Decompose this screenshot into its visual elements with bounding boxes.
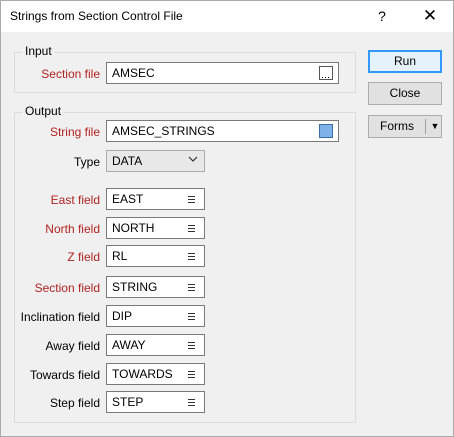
forms-separator [425,119,426,134]
dropdown-arrow-icon[interactable]: ▼ [427,116,443,137]
string-file-label: String file [49,125,100,139]
step-field-label: Step field [49,396,100,410]
section-field-label: Section field [34,281,100,295]
z-field-label: Z field [67,250,100,264]
string-file-input[interactable]: AMSEC_STRINGS [106,120,339,142]
east-field-input[interactable]: EAST [106,188,205,210]
output-group-legend: Output [22,104,65,118]
inclination-field-label: Inclination field [20,310,100,324]
type-select[interactable]: DATA [106,150,205,172]
window-title: Strings from Section Control File [10,9,183,23]
towards-field-value: TOWARDS [112,367,173,381]
step-field-input[interactable]: STEP [106,391,205,413]
away-field-label: Away field [45,339,100,353]
field-list-icon[interactable] [185,192,199,206]
input-group-legend: Input [22,44,55,58]
close-window-button[interactable]: ✕ [407,1,453,31]
inclination-field-input[interactable]: DIP [106,305,205,327]
north-field-input[interactable]: NORTH [106,217,205,239]
north-field-label: North field [45,222,100,236]
file-type-icon[interactable] [319,124,333,138]
forms-button-label: Forms [380,119,414,133]
field-list-icon[interactable] [185,221,199,235]
east-field-value: EAST [112,192,144,206]
east-field-label: East field [50,193,100,207]
section-field-value: STRING [112,280,158,294]
section-file-label: Section file [41,67,100,81]
type-select-value: DATA [112,154,143,168]
close-button[interactable]: Close [368,82,442,105]
run-button[interactable]: Run [368,50,442,73]
towards-field-input[interactable]: TOWARDS [106,363,205,385]
field-list-icon[interactable] [185,309,199,323]
north-field-value: NORTH [112,221,155,235]
step-field-value: STEP [112,395,144,409]
section-file-input[interactable]: AMSEC [106,62,339,84]
field-list-icon[interactable] [185,338,199,352]
type-label: Type [73,155,100,169]
section-file-value: AMSEC [112,66,155,80]
field-list-icon[interactable] [185,280,199,294]
help-button[interactable]: ? [359,1,405,31]
section-field-input[interactable]: STRING [106,276,205,298]
title-bar: Strings from Section Control File ? ✕ [1,1,453,32]
string-file-value: AMSEC_STRINGS [112,124,215,138]
field-list-icon[interactable] [185,367,199,381]
away-field-input[interactable]: AWAY [106,334,205,356]
browse-icon[interactable] [319,66,333,80]
dialog-window: Strings from Section Control File ? ✕ In… [0,0,454,437]
away-field-value: AWAY [112,338,146,352]
inclination-field-value: DIP [112,309,133,323]
chevron-down-icon [188,156,198,162]
towards-field-label: Towards field [29,368,100,382]
field-list-icon[interactable] [185,395,199,409]
z-field-input[interactable]: RL [106,245,205,267]
field-list-icon[interactable] [185,249,199,263]
forms-button[interactable]: Forms ▼ [368,115,442,138]
z-field-value: RL [112,249,128,263]
